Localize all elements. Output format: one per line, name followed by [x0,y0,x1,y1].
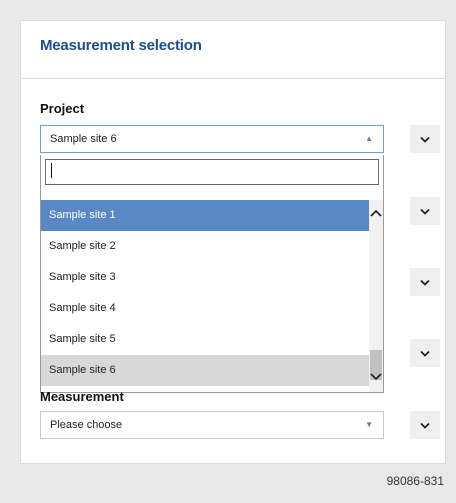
project-select-value: Sample site 6 [50,133,117,145]
chevron-down-icon [420,279,430,286]
project-option[interactable]: Sample site 3 [41,262,371,293]
panel-title: Measurement selection [40,37,202,54]
project-option[interactable]: Sample site 1 [41,200,371,231]
measurement-select[interactable]: Please choose ▼ [40,411,384,439]
project-option[interactable]: Sample site 4 [41,293,371,324]
project-option[interactable]: Sample site 6 [41,355,371,386]
project-select[interactable]: Sample site 6 ▲ [40,125,384,153]
chevron-down-icon [420,350,430,357]
project-option[interactable]: Sample site 2 [41,231,371,262]
measurement-label: Measurement [40,389,124,404]
filter-3-expand-button[interactable] [410,268,440,296]
scroll-up-icon[interactable] [369,206,383,220]
triangle-down-icon: ▼ [365,420,373,429]
filter-4-expand-button[interactable] [410,339,440,367]
measurement-expand-button[interactable] [410,411,440,439]
triangle-up-icon: ▲ [365,134,373,143]
project-option[interactable]: Sample site 5 [41,324,371,355]
measurement-selection-panel: Measurement selection Project Sample sit… [20,20,446,464]
filter-2-expand-button[interactable] [410,197,440,225]
chevron-down-icon [420,208,430,215]
measurement-select-value: Please choose [50,419,123,431]
project-label: Project [40,101,85,116]
title-divider [21,78,445,79]
chevron-down-icon [420,422,430,429]
scroll-down-icon[interactable] [369,370,383,384]
text-cursor [51,163,52,178]
project-expand-button[interactable] [410,125,440,153]
project-dropdown: Sample site 1 Sample site 2 Sample site … [40,155,384,393]
dropdown-scrollbar[interactable] [369,200,383,392]
chevron-down-icon [420,136,430,143]
figure-id: 98086-831 [386,474,444,488]
project-options-list: Sample site 1 Sample site 2 Sample site … [41,200,371,386]
project-search-input[interactable] [45,159,379,185]
